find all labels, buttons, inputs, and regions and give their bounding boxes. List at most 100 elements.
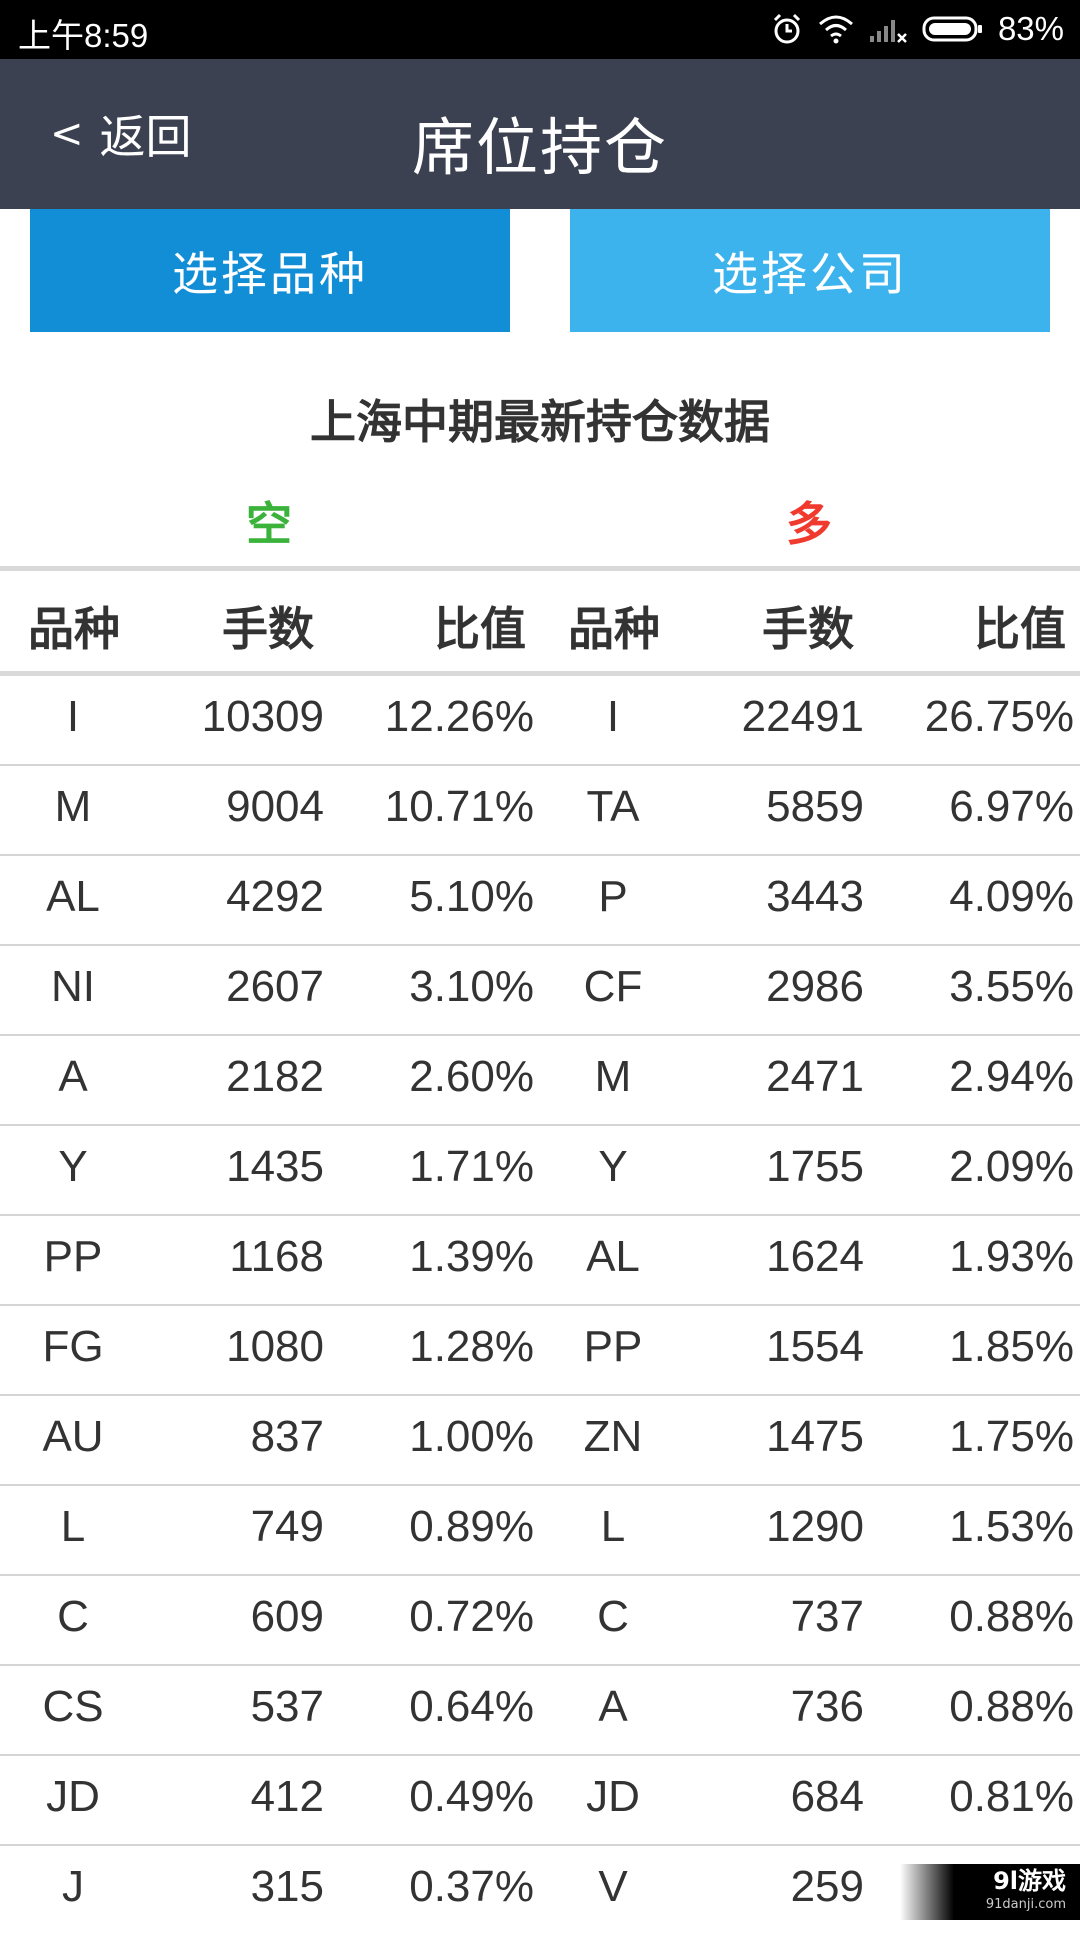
- short-variety-cell: C: [57, 1592, 89, 1641]
- table-row[interactable]: AU 837 1.00% ZN 1475 1.75%: [0, 1396, 1080, 1486]
- site-watermark: 9l游戏 91danji.com: [900, 1864, 1080, 1920]
- column-header-variety-long: 品种: [568, 602, 660, 656]
- long-variety-cell: L: [600, 1502, 626, 1551]
- short-lots-cell: 749: [250, 1502, 324, 1551]
- column-header-ratio-long: 比值: [974, 602, 1066, 656]
- long-ratio-cell: 1.75%: [949, 1412, 1074, 1461]
- short-lots-cell: 10309: [201, 692, 324, 741]
- status-icons: 83%: [770, 9, 1064, 49]
- long-side-label: 多: [786, 497, 832, 551]
- battery-icon: [922, 15, 984, 43]
- table-row[interactable]: NI 2607 3.10% CF 2986 3.55%: [0, 946, 1080, 1036]
- long-ratio-cell: 26.75%: [924, 692, 1074, 741]
- short-variety-cell: JD: [46, 1772, 100, 1821]
- short-variety-cell: AL: [46, 872, 100, 921]
- short-ratio-cell: 1.28%: [409, 1322, 534, 1371]
- table-row[interactable]: FG 1080 1.28% PP 1554 1.85%: [0, 1306, 1080, 1396]
- long-variety-cell: CF: [583, 962, 643, 1011]
- short-variety-cell: Y: [58, 1142, 88, 1191]
- column-header-lots-long: 手数: [762, 602, 854, 656]
- long-variety-cell: V: [598, 1862, 628, 1911]
- long-lots-cell: 22491: [741, 692, 864, 741]
- long-ratio-cell: 0.81%: [949, 1772, 1074, 1821]
- table-body: I 10309 12.26% I 22491 26.75% M 9004 10.…: [0, 676, 1080, 1936]
- alarm-icon: [770, 12, 804, 46]
- short-lots-cell: 1080: [226, 1322, 324, 1371]
- long-ratio-cell: 1.85%: [949, 1322, 1074, 1371]
- long-variety-cell: Y: [598, 1142, 628, 1191]
- short-variety-cell: PP: [43, 1232, 103, 1281]
- table-header: 品种 手数 比值 品种 手数 比值: [0, 571, 1080, 671]
- long-lots-cell: 1554: [766, 1322, 864, 1371]
- short-variety-cell: FG: [42, 1322, 104, 1371]
- select-company-button[interactable]: 选择公司: [570, 209, 1050, 332]
- short-lots-cell: 412: [250, 1772, 324, 1821]
- short-ratio-cell: 10.71%: [384, 782, 534, 831]
- long-lots-cell: 1755: [766, 1142, 864, 1191]
- table-row[interactable]: PP 1168 1.39% AL 1624 1.93%: [0, 1216, 1080, 1306]
- long-ratio-cell: 1.53%: [949, 1502, 1074, 1551]
- short-ratio-cell: 1.00%: [409, 1412, 534, 1461]
- data-title: 上海中期最新持仓数据: [310, 395, 770, 449]
- long-ratio-cell: 6.97%: [949, 782, 1074, 831]
- long-ratio-cell: 4.09%: [949, 872, 1074, 921]
- select-variety-button[interactable]: 选择品种: [30, 209, 510, 332]
- short-ratio-cell: 5.10%: [409, 872, 534, 921]
- table-row[interactable]: Y 1435 1.71% Y 1755 2.09%: [0, 1126, 1080, 1216]
- short-ratio-cell: 0.64%: [409, 1682, 534, 1731]
- short-ratio-cell: 0.72%: [409, 1592, 534, 1641]
- long-variety-cell: I: [606, 692, 620, 741]
- short-ratio-cell: 2.60%: [409, 1052, 534, 1101]
- battery-percent: 83%: [997, 10, 1064, 47]
- long-ratio-cell: 3.55%: [949, 962, 1074, 1011]
- short-lots-cell: 315: [250, 1862, 324, 1911]
- long-ratio-cell: 2.09%: [949, 1142, 1074, 1191]
- short-lots-cell: 537: [250, 1682, 324, 1731]
- long-variety-cell: A: [598, 1682, 628, 1731]
- table-row[interactable]: M 9004 10.71% TA 5859 6.97%: [0, 766, 1080, 856]
- short-variety-cell: AU: [42, 1412, 104, 1461]
- long-ratio-cell: 2.94%: [949, 1052, 1074, 1101]
- long-lots-cell: 3443: [766, 872, 864, 921]
- status-time: 上午8:59: [18, 17, 149, 54]
- table-row[interactable]: AL 4292 5.10% P 3443 4.09%: [0, 856, 1080, 946]
- long-variety-cell: JD: [586, 1772, 640, 1821]
- long-lots-cell: 1624: [766, 1232, 864, 1281]
- long-ratio-cell: 1.93%: [949, 1232, 1074, 1281]
- short-variety-cell: NI: [51, 962, 95, 1011]
- short-ratio-cell: 1.39%: [409, 1232, 534, 1281]
- long-lots-cell: 684: [790, 1772, 864, 1821]
- short-variety-cell: J: [62, 1862, 84, 1911]
- long-variety-cell: PP: [583, 1322, 643, 1371]
- table-row[interactable]: L 749 0.89% L 1290 1.53%: [0, 1486, 1080, 1576]
- long-ratio-cell: 0.88%: [949, 1592, 1074, 1641]
- short-ratio-cell: 1.71%: [409, 1142, 534, 1191]
- long-lots-cell: 2986: [766, 962, 864, 1011]
- short-ratio-cell: 0.49%: [409, 1772, 534, 1821]
- table-row[interactable]: I 10309 12.26% I 22491 26.75%: [0, 676, 1080, 766]
- page-title: 席位持仓: [411, 111, 668, 184]
- long-lots-cell: 5859: [766, 782, 864, 831]
- column-header-variety-short: 品种: [28, 602, 120, 656]
- short-side-label: 空: [246, 497, 292, 551]
- signal-icon: [868, 14, 908, 44]
- short-lots-cell: 2607: [226, 962, 324, 1011]
- short-lots-cell: 9004: [226, 782, 324, 831]
- table-row[interactable]: JD 412 0.49% JD 684 0.81%: [0, 1756, 1080, 1846]
- table-row[interactable]: C 609 0.72% C 737 0.88%: [0, 1576, 1080, 1666]
- long-variety-cell: C: [597, 1592, 629, 1641]
- short-lots-cell: 609: [250, 1592, 324, 1641]
- long-lots-cell: 737: [790, 1592, 864, 1641]
- short-ratio-cell: 3.10%: [409, 962, 534, 1011]
- short-variety-cell: A: [58, 1052, 88, 1101]
- table-row[interactable]: CS 537 0.64% A 736 0.88%: [0, 1666, 1080, 1756]
- short-variety-cell: L: [60, 1502, 86, 1551]
- short-lots-cell: 1435: [226, 1142, 324, 1191]
- app-header: < 返回 席位持仓: [0, 59, 1080, 209]
- short-ratio-cell: 0.89%: [409, 1502, 534, 1551]
- table-row[interactable]: A 2182 2.60% M 2471 2.94%: [0, 1036, 1080, 1126]
- short-lots-cell: 837: [250, 1412, 324, 1461]
- column-header-ratio-short: 比值: [434, 602, 526, 656]
- long-variety-cell: M: [594, 1052, 632, 1101]
- wifi-icon: [818, 14, 854, 44]
